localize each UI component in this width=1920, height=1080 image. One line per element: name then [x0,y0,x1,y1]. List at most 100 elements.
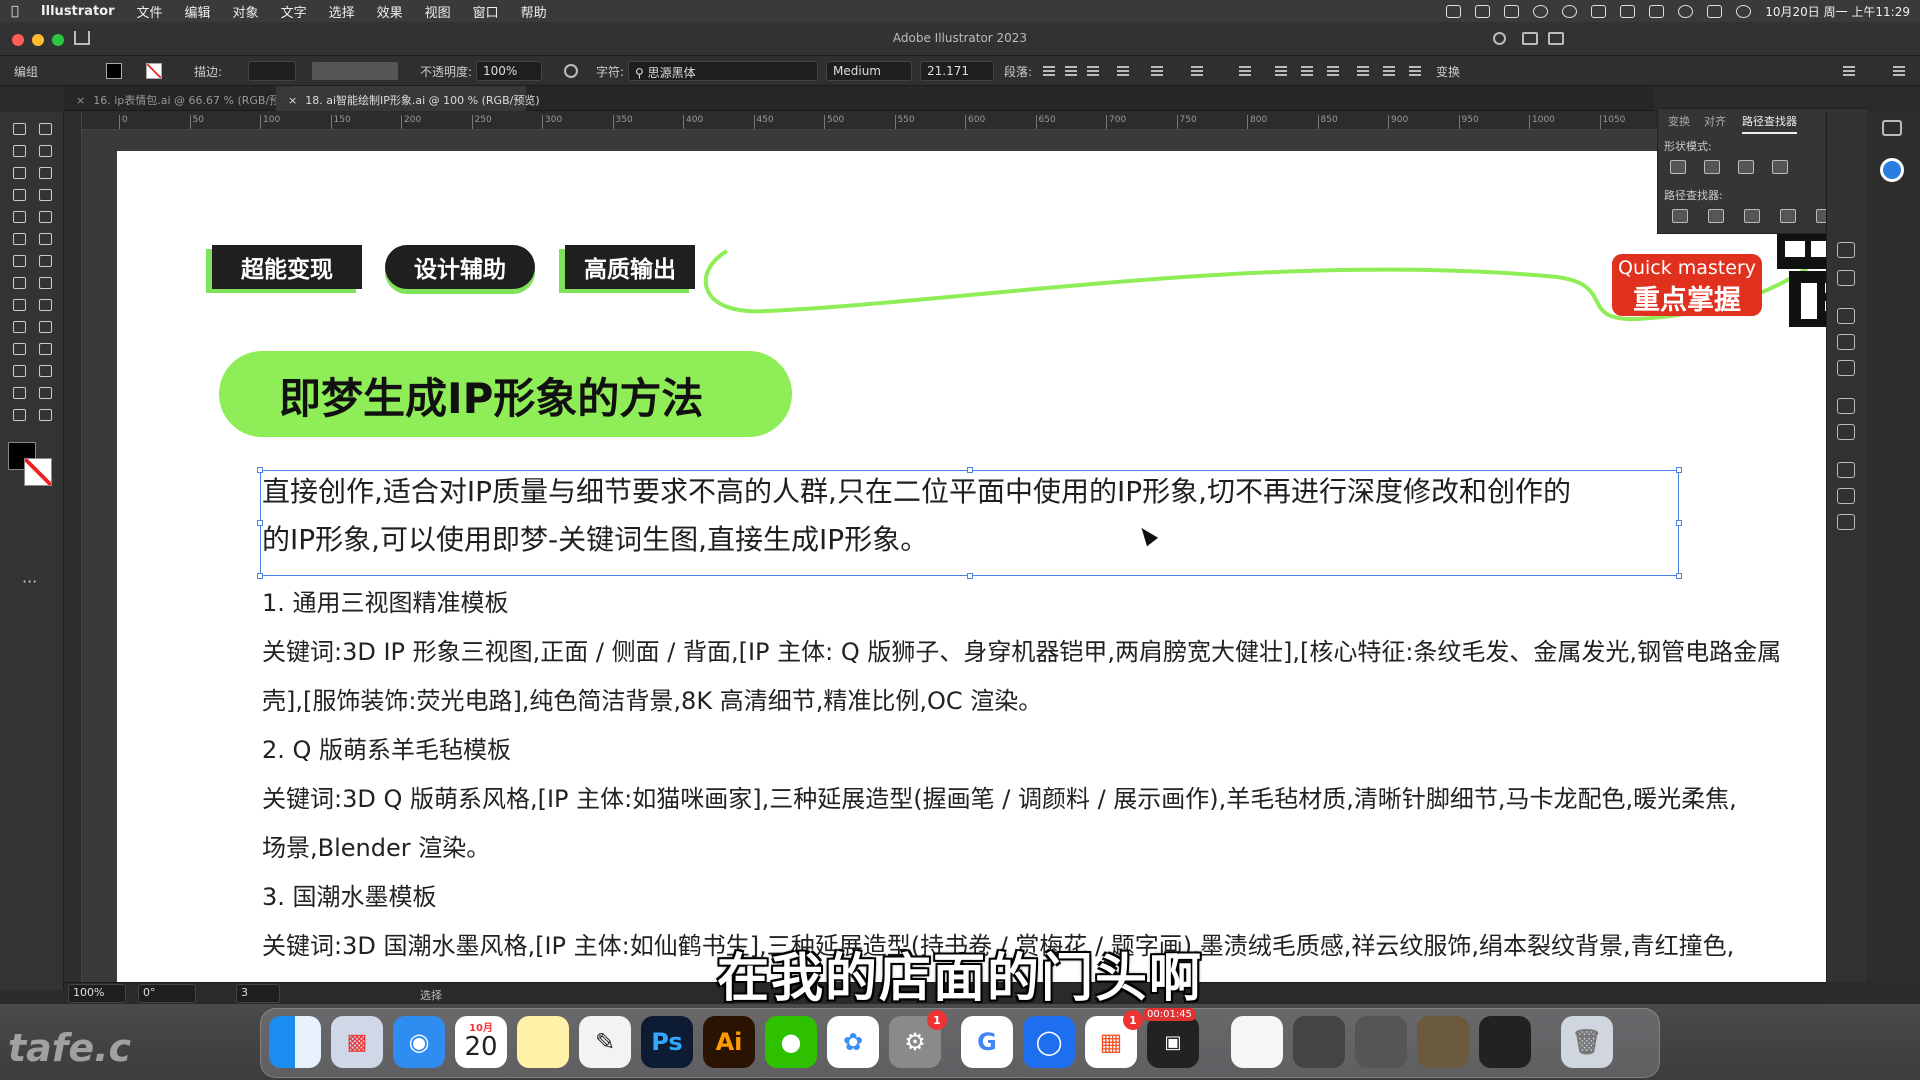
font-style-field[interactable]: Medium [826,61,912,81]
exclude-icon[interactable] [1772,160,1788,174]
illustrator-icon[interactable]: Ai [703,1016,755,1068]
layers-icon[interactable] [1837,462,1855,478]
menu-view[interactable]: 视图 [414,2,462,21]
glyph-icon[interactable] [1188,62,1206,80]
siri-icon[interactable] [1736,4,1752,18]
horizontal-ruler[interactable]: 0 50 100 150 200 250 300 350 400 450 500 550 600 650 7… [82,112,1826,130]
notes-icon[interactable] [517,1016,569,1068]
unite-icon[interactable] [1670,160,1686,174]
selection-handle[interactable] [257,467,263,473]
keywords-line[interactable]: 关键词:3D IP 形象三视图,正面 / 侧面 / 背面,[IP 主体: Q 版… [262,628,1781,677]
eraser-tool-icon[interactable] [34,228,56,248]
gradient-panel-icon[interactable] [1837,334,1855,350]
artboard-tool-icon[interactable] [8,382,30,402]
mesh-tool-icon[interactable] [8,316,30,336]
camera-icon[interactable] [1446,4,1462,18]
align-left-icon[interactable] [1040,62,1058,80]
workspace-icon[interactable] [1522,32,1538,45]
edit-toolbar-icon[interactable]: ··· [22,572,37,591]
crop-icon[interactable] [1780,209,1796,223]
perspective-grid-icon[interactable] [34,294,56,314]
tag-design-assist[interactable]: 设计辅助 [385,245,535,289]
screen-recorder-icon[interactable]: ▣ 00:01:45 [1143,1008,1199,1068]
export-icon[interactable] [1837,488,1855,504]
selection-handle[interactable] [967,573,973,579]
merge-icon[interactable] [1744,209,1760,223]
search-icon[interactable] [1678,4,1694,18]
keywords-line[interactable]: 壳],[服饰装饰:荧光电路],纯色简洁背景,8K 高清细节,精准比例,OC 渲染… [262,677,1042,726]
fill-swatch[interactable] [106,63,122,79]
zoom-tool-icon[interactable] [34,404,56,424]
align-objects-top-icon[interactable] [1354,62,1372,80]
input-method-icon[interactable] [1591,4,1607,18]
artboard[interactable]: 超能变现 设计辅助 高质输出 Quick mastery 重点掌握 即梦生成IP… [117,151,1826,982]
tab-ip-image[interactable]: × 18. ai智能绘制IP形象.ai @ 100 % (RGB/预览) [276,86,540,111]
menu-help[interactable]: 帮助 [510,2,558,21]
graphic-styles-icon[interactable] [1837,424,1855,440]
stroke-swatch[interactable] [146,63,162,79]
line-tool-icon[interactable] [34,184,56,204]
trim-icon[interactable] [1708,209,1724,223]
window-thumbnail[interactable] [1293,1016,1345,1068]
apple-icon[interactable]:  [0,4,30,19]
menu-file[interactable]: 文件 [126,2,174,21]
play-icon[interactable] [1562,4,1578,18]
menu-object[interactable]: 对象 [222,2,270,21]
minus-front-icon[interactable] [1704,160,1720,174]
search-icon[interactable] [1493,32,1506,45]
slice-tool-icon[interactable] [34,382,56,402]
section-title-3[interactable]: 3. 国潮水墨模板 [262,873,437,922]
shape-builder-icon[interactable] [8,294,30,314]
pen-app-icon[interactable]: ✎ [579,1016,631,1068]
paintbrush-tool-icon[interactable] [34,206,56,226]
finder-icon[interactable] [269,1016,321,1068]
lasso-icon[interactable] [34,140,56,160]
menu-window[interactable]: 窗口 [462,2,510,21]
page-heading[interactable]: 即梦生成IP形象的方法 [279,365,703,426]
blend-tool-icon[interactable] [34,338,56,358]
stroke-color-swatch[interactable] [24,458,52,486]
selection-handle[interactable] [1676,520,1682,526]
close-tab-icon[interactable]: × [76,94,85,107]
recolor-icon[interactable] [564,64,578,78]
opacity-field[interactable]: 100% [476,61,542,81]
section-title-2[interactable]: 2. Q 版萌系羊毛毡模板 [262,726,511,775]
font-family-field[interactable]: ⚲ 思源黑体 [628,61,818,81]
transparency-icon[interactable] [1837,360,1855,376]
rotate-tool-icon[interactable] [8,250,30,270]
menu-type[interactable]: 文字 [270,2,318,21]
bluetooth-icon[interactable] [1620,4,1636,18]
align-center-icon[interactable] [1062,62,1080,80]
symbols-icon[interactable] [1837,270,1855,286]
align-objects-left-icon[interactable] [1272,62,1290,80]
wechat-app-icon[interactable]: ● [765,1016,817,1068]
keywords-line[interactable]: 关键词:3D Q 版萌系风格,[IP 主体:如猫咪画家],三种延展造型(握画笔 … [262,775,1737,824]
scale-tool-icon[interactable] [34,250,56,270]
safari-icon[interactable]: ◉ [393,1016,445,1068]
decorative-graphic[interactable] [1767,231,1826,331]
curvature-tool-icon[interactable] [34,162,56,182]
shaper-tool-icon[interactable] [8,228,30,248]
magic-wand-icon[interactable] [8,140,30,160]
close-tab-icon[interactable]: × [288,94,297,107]
symbol-sprayer-icon[interactable] [8,360,30,380]
stroke-panel-icon[interactable] [1837,308,1855,324]
selection-handle[interactable] [1676,467,1682,473]
align-objects-center-icon[interactable] [1298,62,1316,80]
color-icon[interactable] [1880,158,1904,182]
trash-icon[interactable]: 🗑 [1561,1016,1613,1068]
panel-menu-icon[interactable] [1890,62,1908,80]
menu-app-name[interactable]: Illustrator [30,4,126,19]
section-title-1[interactable]: 1. 通用三视图精准模板 [262,579,509,628]
tab-align[interactable]: 对齐 [1704,113,1726,129]
arrange-icon[interactable] [1548,32,1564,45]
arrange-icon[interactable] [1840,62,1858,80]
microsoft-icon[interactable]: ▦ 1 [1085,1010,1143,1068]
photoshop-icon[interactable]: Ps [641,1016,693,1068]
stroke-weight-field[interactable] [248,61,296,81]
shape-icon[interactable] [1236,62,1254,80]
divide-icon[interactable] [1672,209,1688,223]
tag-quality-output[interactable]: 高质输出 [565,245,695,289]
menu-effect[interactable]: 效果 [366,2,414,21]
tag-monetize[interactable]: 超能变现 [212,245,362,289]
